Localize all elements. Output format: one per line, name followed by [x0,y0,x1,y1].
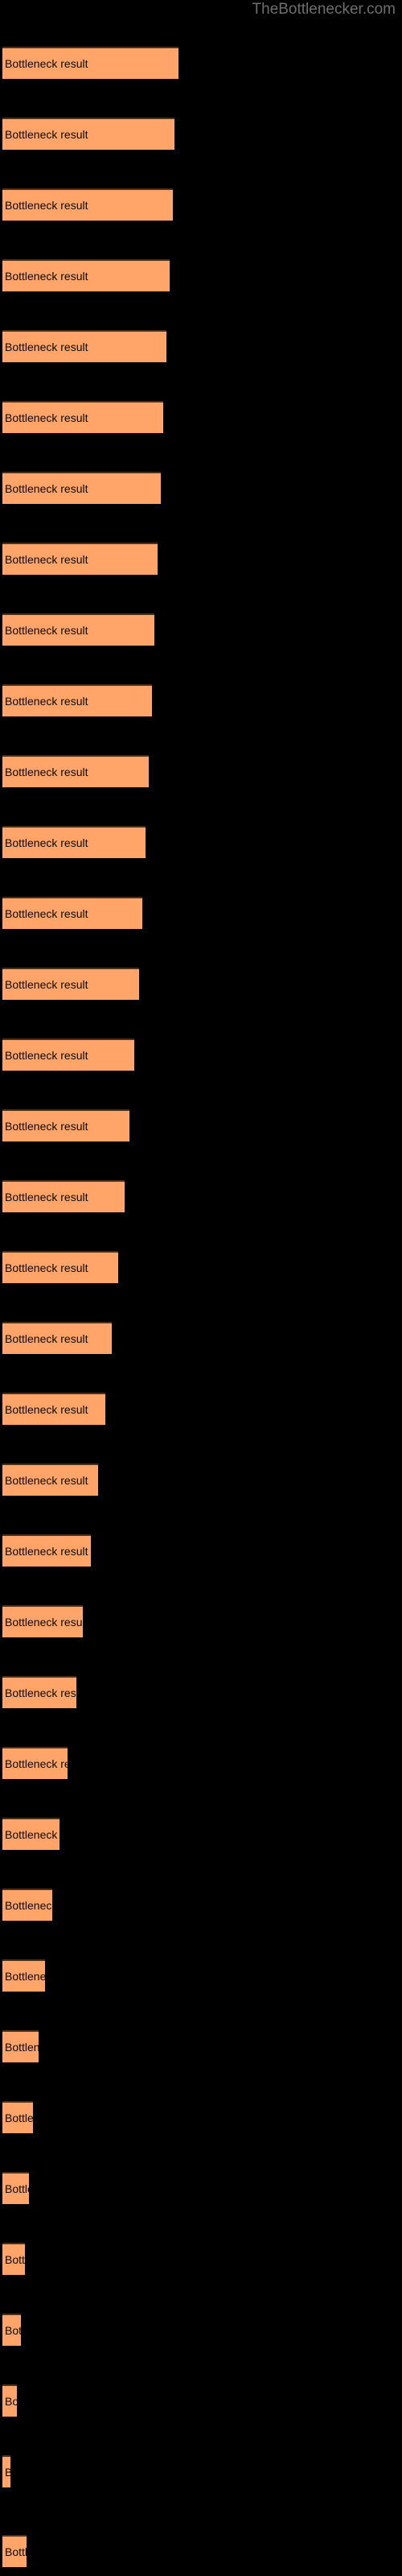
bar-32: Bottleneck result [2,2243,25,2275]
bar-label: Bottleneck result [5,1616,83,1629]
bar-25: Bottleneck result [2,1747,68,1779]
bar-label: Bottleneck result [5,1474,88,1487]
bar-13: Bottleneck result [2,897,142,929]
bar-27: Bottleneck result [2,1889,52,1921]
bar-label: Bottleneck result [5,270,88,283]
bar-label: Bottleneck result [5,2182,29,2195]
bar-29: Bottleneck result [2,2030,39,2062]
bar-label: Bottleneck result [5,1332,88,1345]
bar-label: Bottleneck result [5,1899,52,1912]
bar-34: Bottleneck result [2,2384,17,2417]
bar-label: Bottleneck result [5,1120,88,1133]
bar-3: Bottleneck result [2,188,173,221]
bar-18: Bottleneck result [2,1251,118,1283]
bar-28: Bottleneck result [2,1959,45,1992]
bar-31: Bottleneck result [2,2172,29,2204]
bar-26: Bottleneck result [2,1818,59,1850]
bar-label: Bottleneck result [5,1191,88,1203]
bars-layer: Bottleneck result Bottleneck result Bottle… [0,0,402,2576]
bar-label: Bottleneck result [5,1545,88,1558]
bar-label: Bottleneck result [5,1686,76,1699]
bar-2: Bottleneck result [2,118,174,150]
bar-label: Bottleneck result [5,57,88,70]
bar-22: Bottleneck result [2,1534,91,1567]
bar-4: Bottleneck result [2,259,170,291]
bar-30: Bottleneck result [2,2101,33,2133]
bar-label: Bottleneck result [5,1049,88,1062]
bar-label: Bottleneck result [5,2324,21,2337]
bar-36: Bottleneck result [2,2535,27,2567]
bar-12: Bottleneck result [2,826,146,858]
bar-label: Bottleneck result [5,2545,27,2558]
bar-label: Bottleneck result [5,553,88,566]
bar-label: Bottleneck result [5,836,88,849]
bar-label: Bottleneck result [5,411,88,424]
bar-label: Bottleneck result [5,1757,68,1770]
bar-label: Bottleneck result [5,978,88,991]
bar-7: Bottleneck result [2,472,161,504]
bar-label: Bottleneck result [5,2466,10,2479]
bar-label: Bottleneck result [5,1261,88,1274]
bar-17: Bottleneck result [2,1180,125,1212]
bar-label: Bottleneck result [5,766,88,778]
bar-label: Bottleneck result [5,1403,88,1416]
bar-20: Bottleneck result [2,1393,105,1425]
bar-33: Bottleneck result [2,2314,21,2346]
bar-11: Bottleneck result [2,755,149,787]
bar-label: Bottleneck result [5,199,88,212]
bar-label: Bottleneck result [5,1828,59,1841]
bar-label: Bottleneck result [5,624,88,637]
bar-label: Bottleneck result [5,907,88,920]
bar-label: Bottleneck result [5,2395,17,2408]
bar-chart-canvas: TheBottlenecker.com Bottleneck result Bot… [0,0,402,2576]
bar-6: Bottleneck result [2,401,163,433]
bar-15: Bottleneck result [2,1038,134,1071]
bar-5: Bottleneck result [2,330,166,362]
bar-14: Bottleneck result [2,968,139,1000]
bar-19: Bottleneck result [2,1322,112,1354]
bar-label: Bottleneck result [5,2253,25,2266]
bar-23: Bottleneck result [2,1605,83,1637]
bar-label: Bottleneck result [5,482,88,495]
bar-1: Bottleneck result [2,47,178,79]
bar-label: Bottleneck result [5,695,88,708]
bar-16: Bottleneck result [2,1109,129,1141]
bar-24: Bottleneck result [2,1676,76,1708]
bar-label: Bottleneck result [5,2041,39,2054]
bar-35: Bottleneck result [2,2455,10,2487]
bar-label: Bottleneck result [5,128,88,141]
bar-10: Bottleneck result [2,684,152,716]
bar-label: Bottleneck result [5,1970,45,1983]
bar-8: Bottleneck result [2,543,158,575]
bar-label: Bottleneck result [5,2112,33,2124]
bar-9: Bottleneck result [2,613,154,646]
bar-21: Bottleneck result [2,1463,98,1496]
bar-label: Bottleneck result [5,341,88,353]
